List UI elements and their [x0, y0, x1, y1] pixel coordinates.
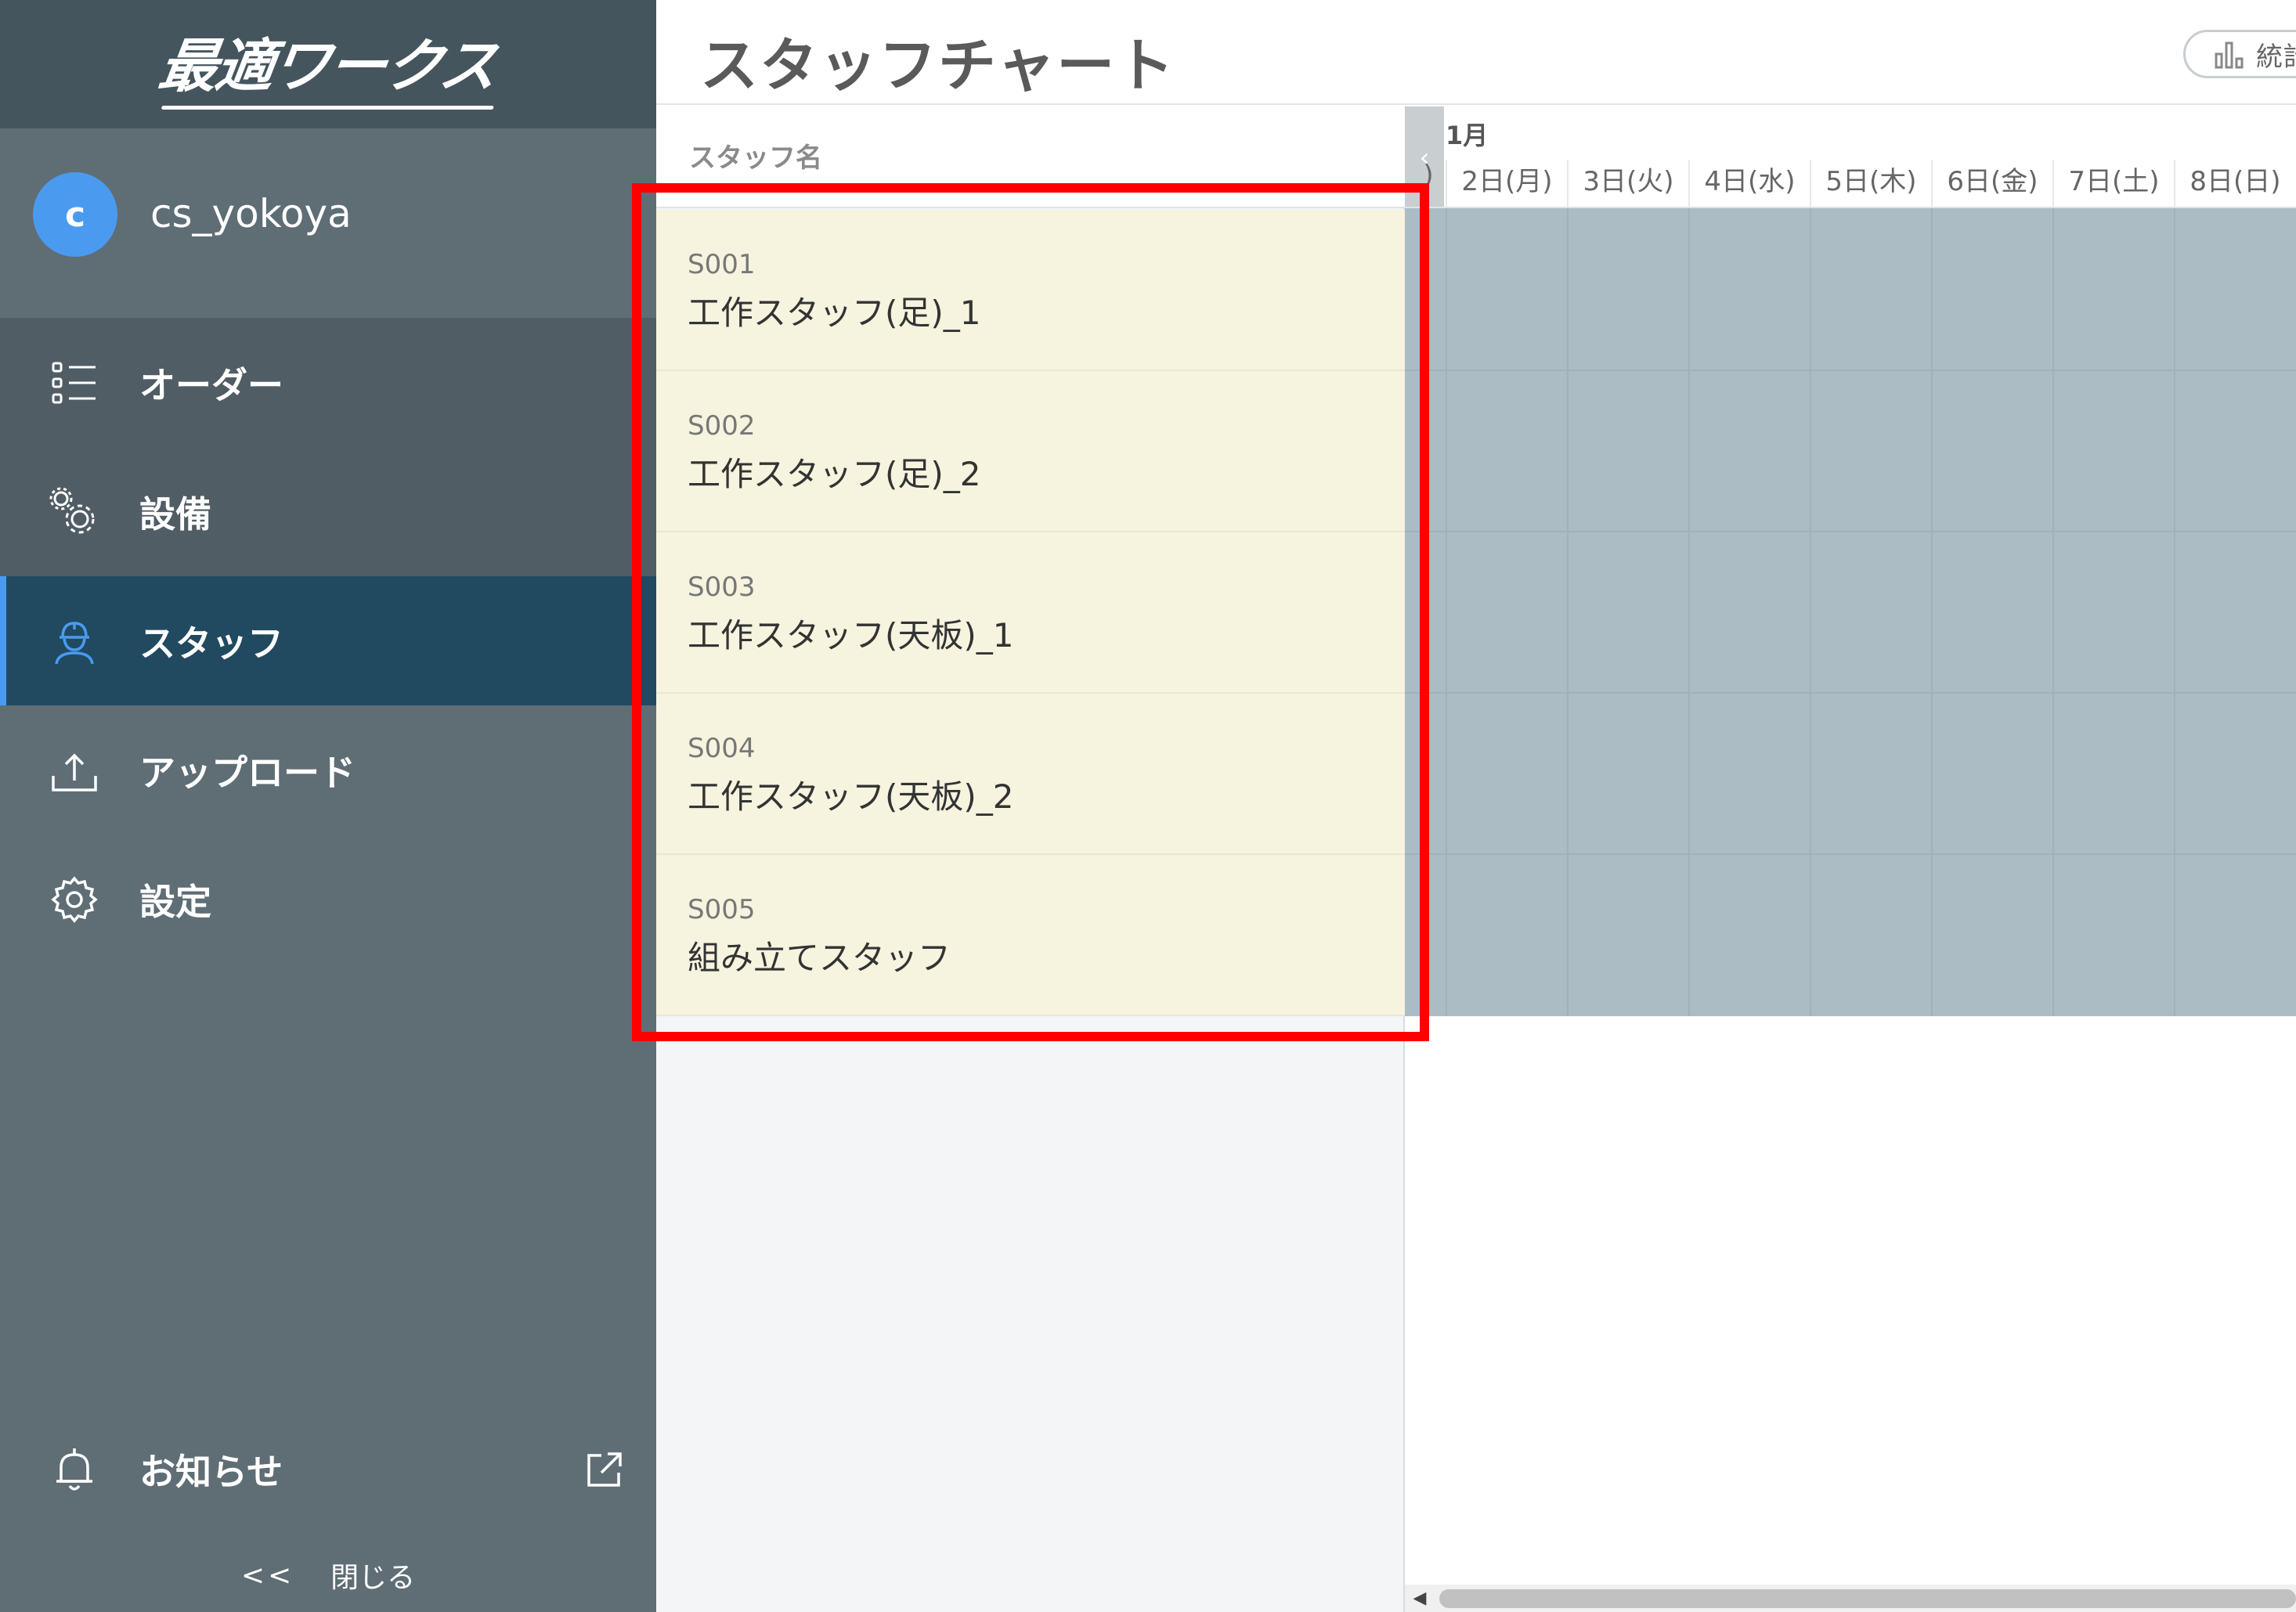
- staff-name: 工作スタッフ(天板)_1: [688, 616, 1014, 655]
- gear-icon: [51, 875, 98, 923]
- list-icon: [52, 362, 96, 403]
- sidebar-item-label: 設備: [139, 492, 211, 536]
- horizontal-scrollbar[interactable]: ◀: [1405, 1585, 2296, 1612]
- sidebar-collapse-button[interactable]: << 閉じる: [0, 1552, 656, 1599]
- stats-button[interactable]: 統計: [2183, 30, 2296, 78]
- staff-row[interactable]: S003 工作スタッフ(天板)_1: [656, 532, 1405, 694]
- day-header[interactable]: 4日(水): [1688, 160, 1810, 207]
- staff-list: スタッフ名 S001 工作スタッフ(足)_1 S002 工作スタッフ(足)_2 …: [656, 106, 1405, 1612]
- staff-row[interactable]: S004 工作スタッフ(天板)_2: [656, 694, 1405, 855]
- staff-code: S005: [688, 894, 756, 925]
- user-block: c cs_yokoya: [0, 128, 656, 318]
- staff-row[interactable]: S001 工作スタッフ(足)_1: [656, 210, 1405, 371]
- worker-icon: [55, 621, 94, 664]
- staff-code: S001: [688, 249, 756, 280]
- grid-line: [1688, 208, 1690, 1016]
- username[interactable]: cs_yokoya: [150, 191, 352, 236]
- staff-code: S002: [688, 410, 756, 442]
- staff-list-header: スタッフ名: [656, 106, 1405, 208]
- day-header-partial: ): [1423, 160, 1434, 191]
- grid-line: [1405, 370, 2296, 371]
- sidebar-item-upload[interactable]: アップロード: [0, 705, 656, 835]
- month-label: 1月: [1446, 121, 1489, 150]
- avatar[interactable]: c: [33, 172, 117, 257]
- sidebar-nav-group: オーダー 設備: [0, 318, 656, 576]
- page-title: スタッフチャート: [700, 32, 1176, 99]
- staff-name: 組み立てスタッフ: [688, 939, 951, 977]
- day-header[interactable]: 6日(金): [1931, 160, 2052, 207]
- app-logo[interactable]: 最適ワークス: [153, 20, 503, 110]
- grid-line: [1931, 208, 1933, 1016]
- staff-code: S004: [688, 733, 756, 764]
- sidebar: 最適ワークス c cs_yokoya オーダー 設備 スタッフ アップロード 設…: [0, 0, 656, 1612]
- upload-icon: [52, 753, 97, 792]
- sidebar-item-label: オーダー: [139, 363, 283, 406]
- staff-name: 工作スタッフ(足)_1: [688, 294, 981, 332]
- bell-icon: [56, 1448, 92, 1491]
- sidebar-item-settings[interactable]: 設定: [0, 835, 656, 964]
- sidebar-nav: オーダー 設備 スタッフ アップロード 設定: [0, 318, 656, 964]
- grid-line: [1446, 208, 1447, 1016]
- staff-row[interactable]: S002 工作スタッフ(足)_2: [656, 371, 1405, 532]
- grid-line: [1405, 531, 2296, 532]
- sidebar-item-equipment[interactable]: 設備: [0, 447, 656, 576]
- chevron-double-left-icon: <<: [240, 1559, 295, 1592]
- day-header[interactable]: 7日(土): [2052, 160, 2174, 207]
- day-header[interactable]: 2日(月): [1446, 160, 1567, 207]
- sidebar-item-label: スタッフ: [139, 622, 283, 665]
- collapse-label: 閉じる: [330, 1562, 416, 1594]
- stats-button-label: 統計: [2256, 41, 2296, 73]
- day-header[interactable]: 3日(火): [1567, 160, 1688, 207]
- grid-line: [1810, 208, 1811, 1016]
- sidebar-item-label: 設定: [139, 880, 211, 923]
- grid-line: [2052, 208, 2054, 1016]
- grid-line: [1567, 208, 1569, 1016]
- staff-name: 工作スタッフ(天板)_2: [688, 777, 1014, 816]
- scroll-left-arrow-icon[interactable]: ◀: [1408, 1585, 1431, 1612]
- external-link-icon[interactable]: [583, 1448, 626, 1491]
- grid-line: [1405, 853, 2296, 855]
- sidebar-item-staff[interactable]: スタッフ: [0, 576, 656, 705]
- main-content: スタッフチャート 統計 スタッフ名 S001 工作スタッフ(足)_1 S002 …: [656, 0, 2296, 1612]
- page-header: スタッフチャート 統計: [656, 0, 2296, 105]
- day-header[interactable]: 5日(木): [1810, 160, 1931, 207]
- chart-grid[interactable]: [1405, 208, 2296, 1016]
- chart-date-header: ‹ 1月 ) 2日(月) 3日(火) 4日(水) 5日(木) 6日(金) 7日(…: [1405, 106, 2296, 208]
- scrollbar-thumb[interactable]: [1439, 1589, 2296, 1608]
- gears-icon: [49, 487, 95, 533]
- sidebar-item-orders[interactable]: オーダー: [0, 318, 656, 447]
- sidebar-item-label: お知らせ: [139, 1451, 283, 1493]
- grid-line: [2174, 208, 2175, 1016]
- staff-row[interactable]: S005 組み立てスタッフ: [656, 855, 1405, 1016]
- logo-bar: 最適ワークス: [0, 0, 656, 128]
- grid-line: [1405, 692, 2296, 694]
- sidebar-item-label: アップロード: [139, 751, 356, 794]
- staff-name-column-header: スタッフ名: [689, 142, 822, 174]
- bar-chart-icon: [2215, 41, 2244, 69]
- staff-code: S003: [688, 572, 756, 603]
- staff-name: 工作スタッフ(足)_2: [688, 455, 981, 493]
- staff-chart: ‹ 1月 ) 2日(月) 3日(火) 4日(水) 5日(木) 6日(金) 7日(…: [1405, 106, 2296, 1612]
- day-header[interactable]: 8日(日): [2174, 160, 2295, 207]
- sidebar-item-notice[interactable]: お知らせ: [0, 1407, 656, 1532]
